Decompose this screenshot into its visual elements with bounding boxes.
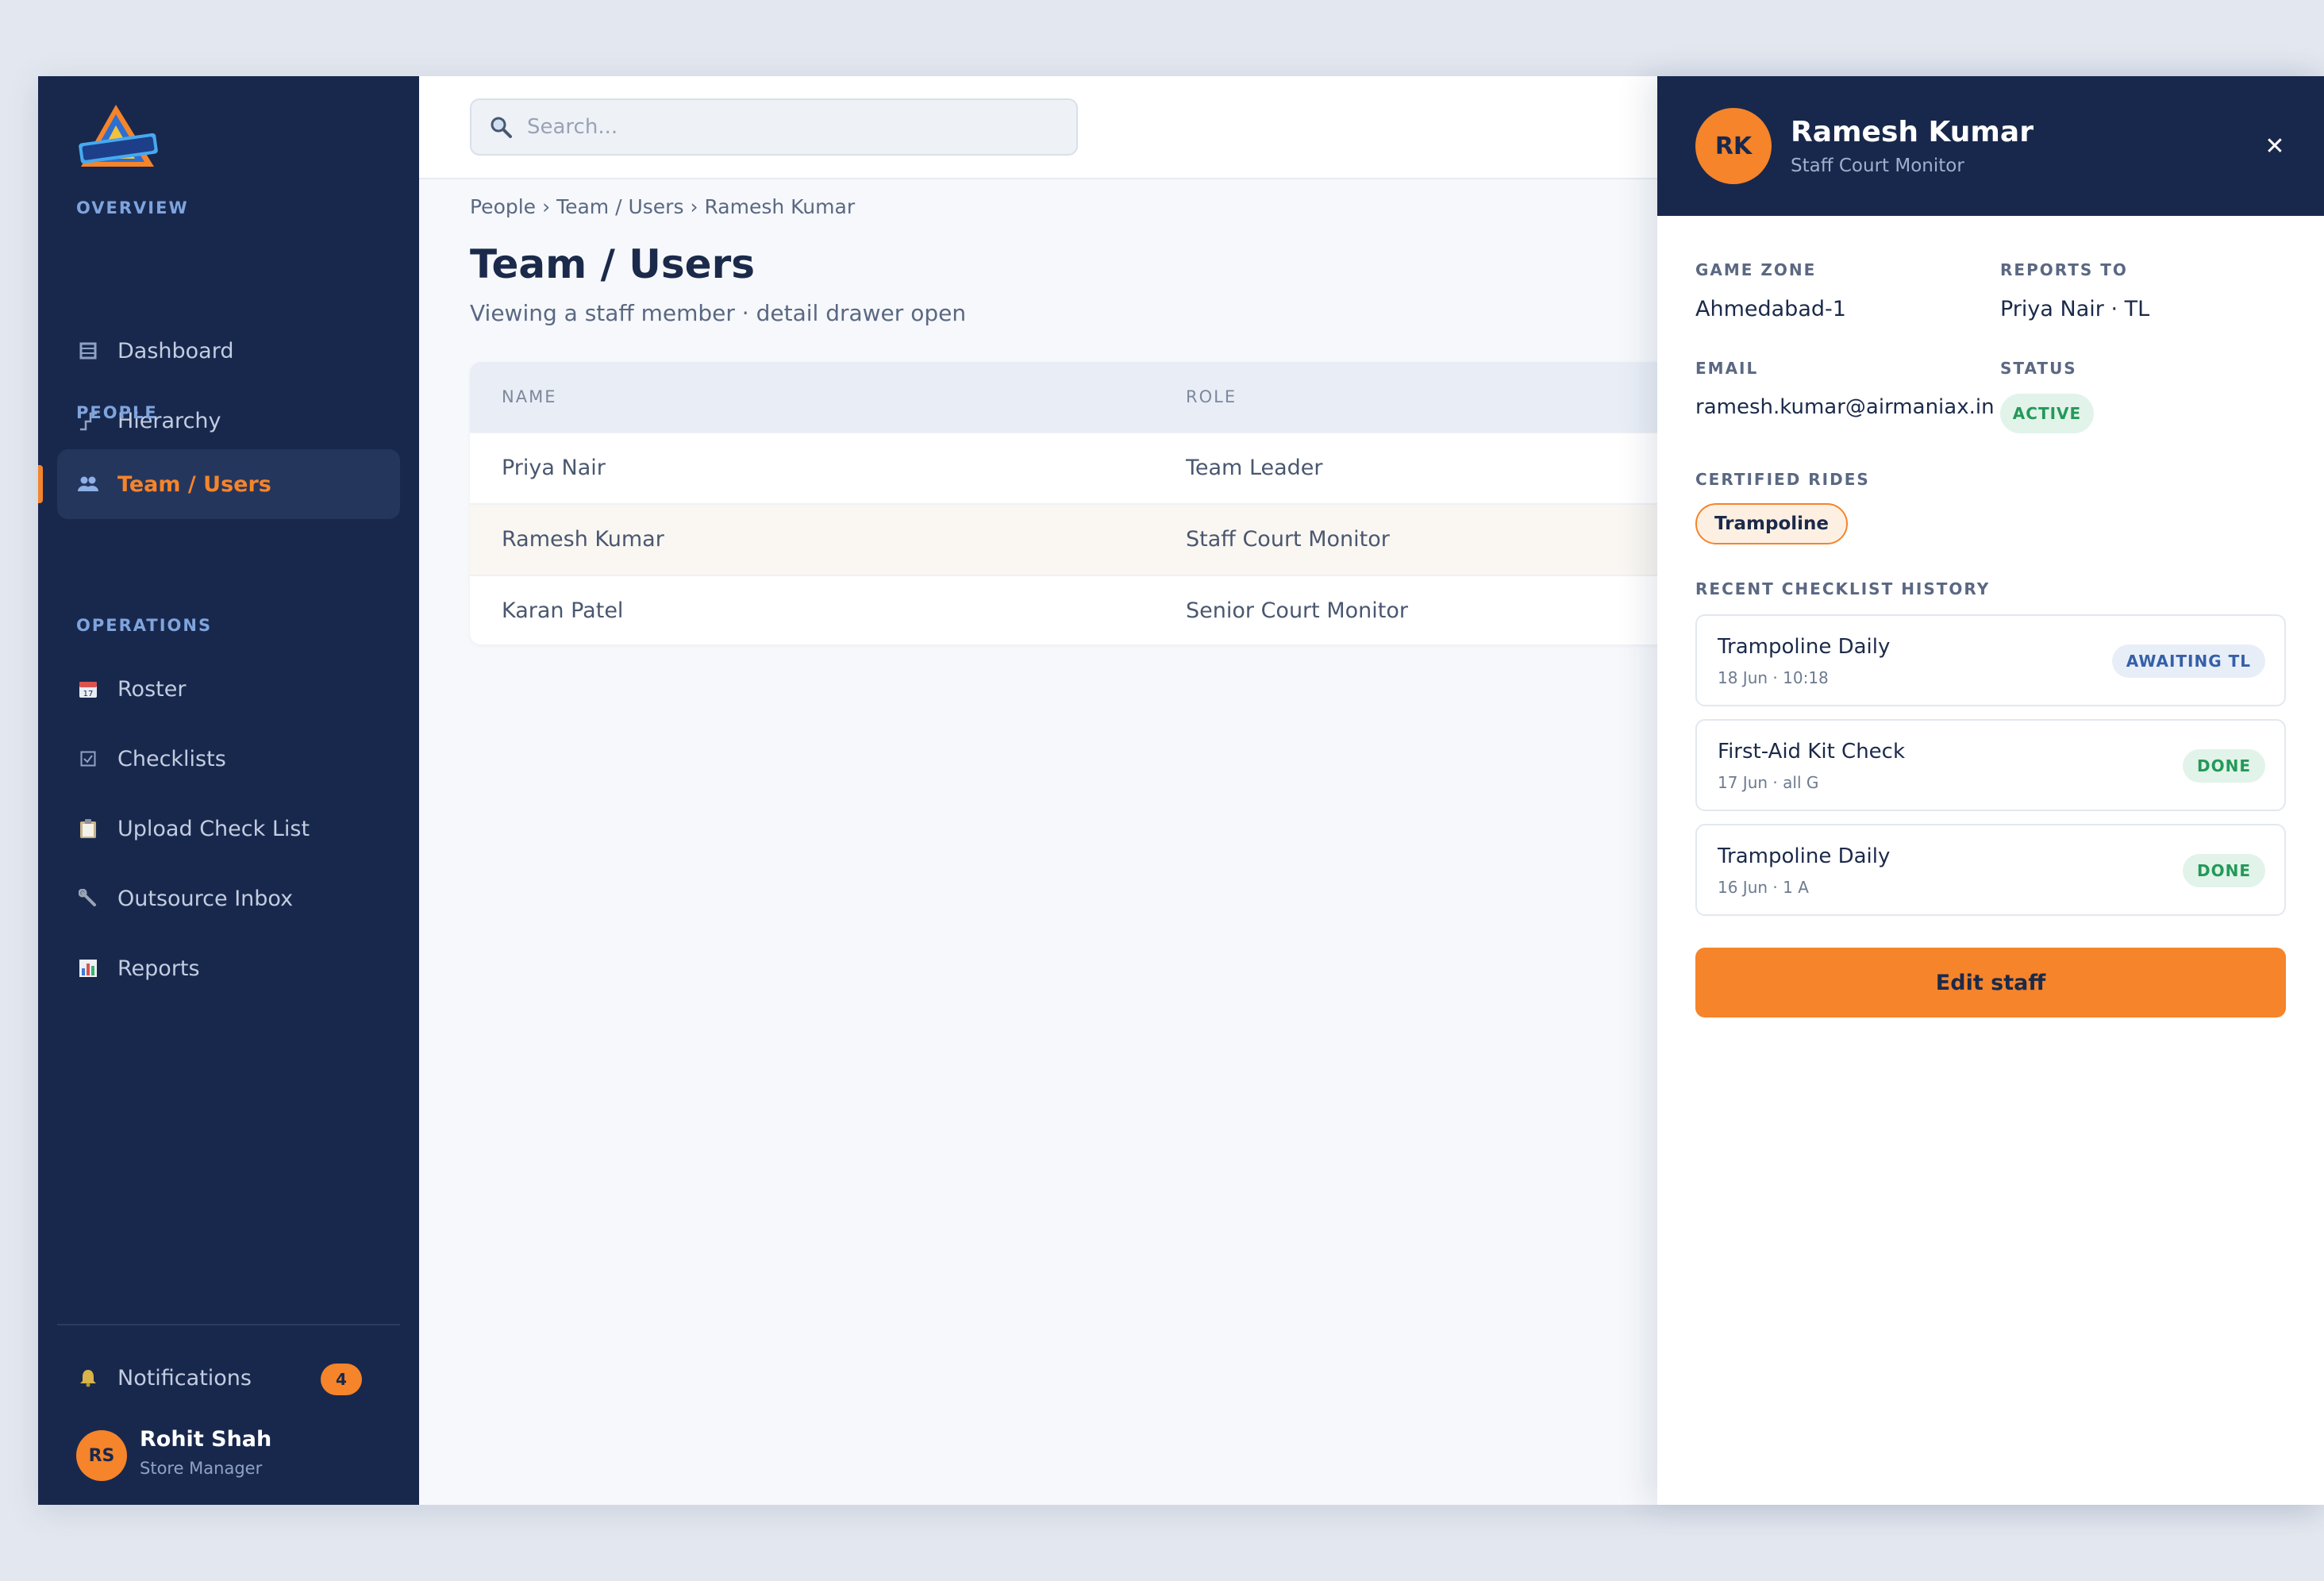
sidebar-item-label: Checklists bbox=[117, 746, 226, 771]
history-meta: 17 Jun · all G bbox=[1718, 773, 1819, 792]
sidebar-item-label: Outsource Inbox bbox=[117, 886, 294, 911]
search-icon bbox=[491, 117, 512, 138]
section-operations: OPERATIONS bbox=[76, 616, 213, 635]
bar-chart-icon bbox=[76, 956, 100, 980]
clipboard-icon bbox=[76, 817, 100, 841]
status-badge: DONE bbox=[2182, 749, 2265, 783]
sidebar-item-label: Team / Users bbox=[117, 471, 271, 497]
sidebar-item-label: Notifications bbox=[117, 1365, 252, 1391]
edit-staff-button[interactable]: Edit staff bbox=[1695, 948, 2286, 1017]
sidebar-item-dashboard[interactable]: Dashboard bbox=[57, 316, 400, 386]
column-header-name[interactable]: NAME bbox=[502, 387, 556, 406]
sidebar-item-notifications[interactable]: Notifications 4 bbox=[57, 1343, 400, 1413]
breadcrumb-current: Ramesh Kumar bbox=[704, 195, 856, 218]
page-subtitle: Viewing a staff member · detail drawer o… bbox=[470, 300, 967, 326]
table-header: NAME ROLE bbox=[470, 362, 1676, 432]
history-meta: 16 Jun · 1 A bbox=[1718, 878, 1809, 897]
wrench-icon bbox=[76, 887, 100, 910]
email-value[interactable]: ramesh.kumar@airmaniax.in bbox=[1695, 395, 1995, 419]
sidebar-item-team-users[interactable]: Team / Users bbox=[38, 449, 400, 519]
cell-name: Priya Nair bbox=[502, 456, 606, 480]
email-label: EMAIL bbox=[1695, 359, 1759, 378]
drawer-header: RK Ramesh Kumar Staff Court Monitor ✕ bbox=[1657, 76, 2324, 216]
table-row-selected[interactable]: Ramesh Kumar Staff Court Monitor bbox=[470, 503, 1676, 575]
table-row[interactable]: Karan Patel Senior Court Monitor bbox=[470, 575, 1676, 644]
staff-role: Staff Court Monitor bbox=[1791, 156, 1964, 176]
current-user-card[interactable]: RS Rohit Shah Store Manager bbox=[76, 1427, 394, 1483]
user-role: Store Manager bbox=[140, 1459, 263, 1478]
sidebar-item-outsource-inbox[interactable]: Outsource Inbox bbox=[57, 864, 400, 933]
avatar: RS bbox=[76, 1430, 127, 1481]
calendar-icon: 17 bbox=[76, 677, 100, 701]
app-window: OVERVIEW Dashboard Hierarchy PEOPLE Team… bbox=[38, 76, 2324, 1505]
cell-role: Senior Court Monitor bbox=[1186, 598, 1408, 623]
status-badge: DONE bbox=[2182, 854, 2265, 887]
history-item[interactable]: Trampoline Daily 18 Jun · 10:18 AWAITING… bbox=[1695, 614, 2286, 706]
cell-name: Karan Patel bbox=[502, 598, 624, 623]
sidebar-item-upload-check-list[interactable]: Upload Check List bbox=[57, 794, 400, 864]
reports-to-value: Priya Nair · TL bbox=[2000, 297, 2150, 321]
svg-text:17: 17 bbox=[83, 690, 94, 698]
history-item[interactable]: First-Aid Kit Check 17 Jun · all G DONE bbox=[1695, 719, 2286, 811]
status-badge: ACTIVE bbox=[2000, 394, 2094, 433]
history-item[interactable]: Trampoline Daily 16 Jun · 1 A DONE bbox=[1695, 824, 2286, 916]
sidebar-item-label: Reports bbox=[117, 956, 200, 981]
notification-count-badge: 4 bbox=[321, 1364, 362, 1395]
game-zone-label: GAME ZONE bbox=[1695, 260, 1817, 279]
column-header-role[interactable]: ROLE bbox=[1186, 387, 1237, 406]
breadcrumb-separator: › bbox=[542, 195, 551, 218]
sidebar-divider bbox=[57, 1324, 400, 1325]
team-icon bbox=[76, 472, 100, 496]
airmaniax-logo[interactable] bbox=[75, 103, 162, 175]
dashboard-icon bbox=[76, 339, 100, 363]
game-zone-value: Ahmedabad-1 bbox=[1695, 297, 1846, 321]
history-title: Trampoline Daily bbox=[1718, 844, 1891, 868]
status-badge: AWAITING TL bbox=[2111, 644, 2265, 678]
cell-name: Ramesh Kumar bbox=[502, 527, 664, 552]
user-name: Rohit Shah bbox=[140, 1427, 272, 1452]
cell-role: Staff Court Monitor bbox=[1186, 527, 1390, 552]
breadcrumb-separator: › bbox=[690, 195, 698, 218]
search-input[interactable] bbox=[527, 115, 1051, 139]
close-icon[interactable]: ✕ bbox=[2261, 132, 2289, 160]
bell-icon bbox=[76, 1366, 100, 1390]
certified-rides-label: CERTIFIED RIDES bbox=[1695, 470, 1870, 489]
checklist-history-label: RECENT CHECKLIST HISTORY bbox=[1695, 579, 1991, 598]
certified-ride-chip: Trampoline bbox=[1695, 503, 1848, 544]
sidebar: OVERVIEW Dashboard Hierarchy PEOPLE Team… bbox=[38, 76, 419, 1505]
breadcrumb-team-users[interactable]: Team / Users bbox=[556, 195, 683, 218]
status-label: STATUS bbox=[2000, 359, 2077, 378]
sidebar-item-label: Upload Check List bbox=[117, 816, 310, 841]
users-table: NAME ROLE Priya Nair Team Leader Ramesh … bbox=[470, 362, 1676, 644]
breadcrumb: People › Team / Users › Ramesh Kumar bbox=[470, 195, 855, 218]
sidebar-item-label: Dashboard bbox=[117, 338, 234, 364]
staff-detail-drawer: RK Ramesh Kumar Staff Court Monitor ✕ GA… bbox=[1657, 76, 2324, 1505]
page-title: Team / Users bbox=[470, 241, 755, 287]
search-box[interactable] bbox=[470, 98, 1078, 156]
section-overview: OVERVIEW bbox=[76, 198, 189, 217]
history-meta: 18 Jun · 10:18 bbox=[1718, 668, 1829, 687]
sidebar-item-reports[interactable]: Reports bbox=[57, 933, 400, 1003]
checkbox-icon bbox=[76, 747, 100, 771]
breadcrumb-people[interactable]: People bbox=[470, 195, 536, 218]
sidebar-item-label: Roster bbox=[117, 676, 187, 702]
history-title: Trampoline Daily bbox=[1718, 635, 1891, 659]
avatar: RK bbox=[1695, 108, 1772, 184]
sidebar-item-checklists[interactable]: Checklists bbox=[57, 724, 400, 794]
staff-name: Ramesh Kumar bbox=[1791, 116, 2034, 148]
cell-role: Team Leader bbox=[1186, 456, 1323, 480]
section-people: PEOPLE bbox=[76, 403, 158, 422]
reports-to-label: REPORTS TO bbox=[2000, 260, 2128, 279]
table-row[interactable]: Priya Nair Team Leader bbox=[470, 432, 1676, 503]
history-title: First-Aid Kit Check bbox=[1718, 740, 1906, 764]
sidebar-item-roster[interactable]: 17 Roster bbox=[57, 654, 400, 724]
